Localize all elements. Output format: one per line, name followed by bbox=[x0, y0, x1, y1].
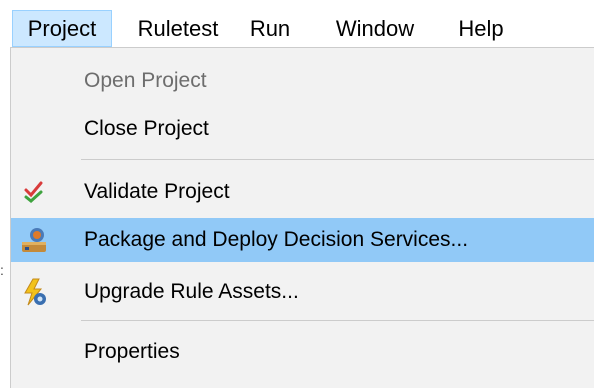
menu-item-label: Open Project bbox=[84, 69, 207, 92]
menu-item-label: Properties bbox=[84, 340, 180, 363]
menu-window[interactable]: Window bbox=[324, 10, 426, 47]
menu-item-label: Validate Project bbox=[84, 180, 230, 203]
package-deploy-icon bbox=[19, 225, 49, 255]
menu-item-package-deploy[interactable]: Package and Deploy Decision Services... bbox=[11, 218, 594, 262]
menu-item-label: Package and Deploy Decision Services... bbox=[84, 228, 469, 251]
menu-bar: Project Ruletest Run Window Help bbox=[0, 0, 594, 50]
menu-help[interactable]: Help bbox=[451, 10, 511, 47]
menu-item-properties[interactable]: Properties bbox=[11, 330, 594, 374]
menu-project[interactable]: Project bbox=[12, 10, 112, 47]
background-cursor-mark: : bbox=[0, 262, 4, 278]
menu-item-close-project[interactable]: Close Project bbox=[11, 107, 594, 151]
project-dropdown-menu: Open Project Close Project Validate Proj… bbox=[10, 47, 594, 388]
menu-ruletest[interactable]: Ruletest bbox=[128, 10, 228, 47]
menu-item-label: Upgrade Rule Assets... bbox=[84, 280, 299, 303]
menu-item-validate-project[interactable]: Validate Project bbox=[11, 170, 594, 214]
menu-separator bbox=[81, 159, 594, 160]
menu-item-upgrade-rule-assets[interactable]: Upgrade Rule Assets... bbox=[11, 270, 594, 314]
menu-run[interactable]: Run bbox=[244, 10, 296, 47]
validate-check-icon bbox=[19, 177, 49, 207]
upgrade-lightning-icon bbox=[19, 277, 49, 307]
menu-item-open-project[interactable]: Open Project bbox=[11, 59, 594, 103]
menu-separator bbox=[81, 320, 594, 321]
menu-item-label: Close Project bbox=[84, 117, 209, 140]
